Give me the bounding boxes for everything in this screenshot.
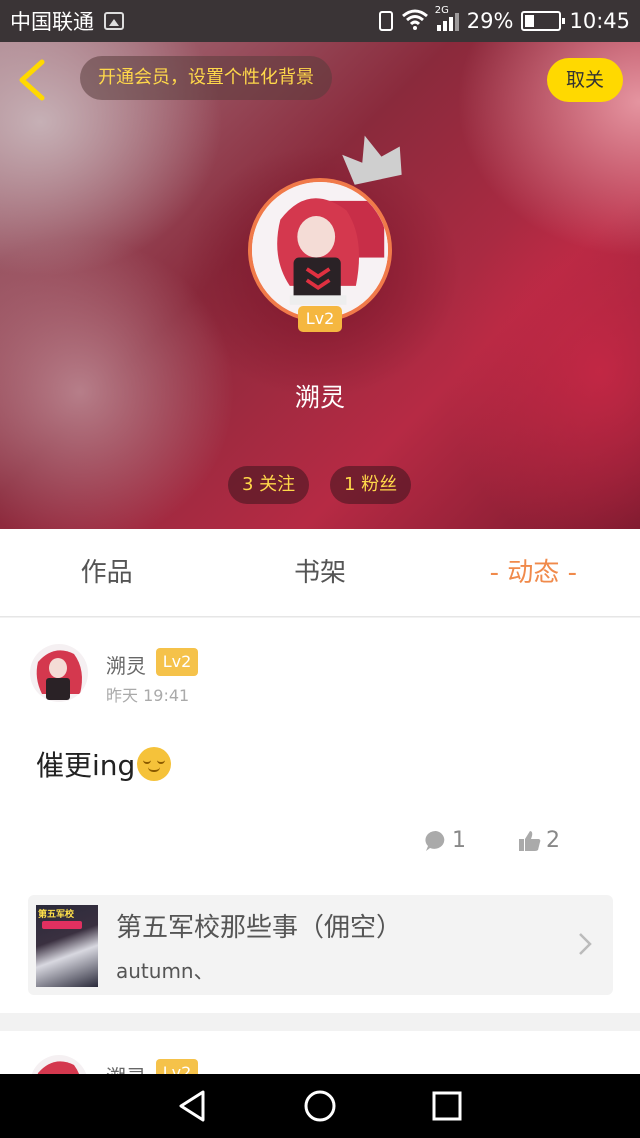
crown-icon: [342, 135, 402, 185]
post-author-name[interactable]: 溯灵: [106, 1061, 146, 1074]
wifi-icon: [401, 8, 429, 35]
nav-recents-icon[interactable]: [429, 1088, 465, 1124]
linked-book-card[interactable]: 第五军校 第五军校那些事（佣空） autumn、: [28, 895, 613, 995]
tab-works[interactable]: 作品: [0, 529, 213, 616]
post-level-badge: Lv2: [156, 1059, 198, 1074]
avatar-image: [30, 644, 88, 702]
comment-button[interactable]: 1: [424, 828, 466, 853]
status-icons: 2G 29% 10:45: [378, 5, 630, 35]
network-type: 2G: [434, 5, 449, 16]
post-content: 催更ing: [36, 744, 172, 784]
post-author-avatar[interactable]: [30, 1055, 88, 1074]
profile-avatar[interactable]: [248, 178, 392, 322]
like-button[interactable]: 2: [518, 828, 560, 853]
book-cover-text: 第五军校: [38, 910, 75, 920]
post-level-badge: Lv2: [156, 648, 198, 676]
book-title: 第五军校那些事（佣空）: [116, 913, 403, 943]
following-count[interactable]: 3 关注: [228, 466, 310, 504]
clock: 10:45: [569, 9, 630, 33]
carrier-group: 中国联通: [10, 6, 124, 36]
comment-icon: [425, 830, 445, 851]
cell-signal-icon: 2G: [435, 5, 459, 31]
vip-background-prompt[interactable]: 开通会员，设置个性化背景: [80, 56, 332, 100]
profile-username: 溯灵: [294, 383, 345, 412]
book-cover: 第五军校: [36, 905, 98, 987]
battery-icon: [521, 11, 566, 31]
activity-post: 溯灵 Lv2 昨天 19:41 催更ing 1 2 第五军校 第五军校那些事（佣…: [0, 618, 640, 1013]
tab-activity[interactable]: - 动态 -: [427, 529, 640, 616]
nav-back-icon[interactable]: [175, 1088, 211, 1124]
nav-home-icon[interactable]: [302, 1088, 338, 1124]
system-nav-bar: [0, 1074, 640, 1138]
profile-tabs: 作品 书架 - 动态 -: [0, 529, 640, 617]
post-text: 催更ing: [36, 749, 136, 782]
carrier-name: 中国联通: [10, 10, 94, 34]
post-author-avatar[interactable]: [30, 644, 88, 702]
thumbs-up-icon: [519, 830, 541, 851]
like-count: 2: [546, 828, 560, 853]
back-arrow-icon: [19, 59, 45, 101]
chevron-right-icon: [579, 933, 592, 955]
post-timestamp: 昨天 19:41: [106, 686, 190, 705]
vibrate-icon: [378, 11, 393, 31]
fans-count[interactable]: 1 粉丝: [330, 466, 412, 504]
level-badge: Lv2: [298, 306, 342, 332]
activity-post: 溯灵 Lv2: [0, 1031, 640, 1074]
book-author: autumn、: [116, 959, 214, 983]
smiling-face-icon: [137, 747, 172, 781]
comment-count: 1: [452, 828, 466, 853]
avatar-image: [252, 182, 388, 318]
status-bar: 中国联通 2G 29% 10:45: [0, 0, 640, 42]
unfollow-button[interactable]: 取关: [547, 58, 623, 102]
back-button[interactable]: [14, 58, 52, 102]
battery-percent: 29%: [466, 9, 514, 33]
image-notification-icon: [104, 12, 124, 30]
profile-header: 开通会员，设置个性化背景 取关 Lv2 溯灵 3 关注 1 粉丝: [0, 42, 640, 529]
avatar-image: [30, 1055, 88, 1074]
tab-bookshelf[interactable]: 书架: [213, 529, 426, 616]
post-author-name[interactable]: 溯灵: [106, 650, 146, 679]
